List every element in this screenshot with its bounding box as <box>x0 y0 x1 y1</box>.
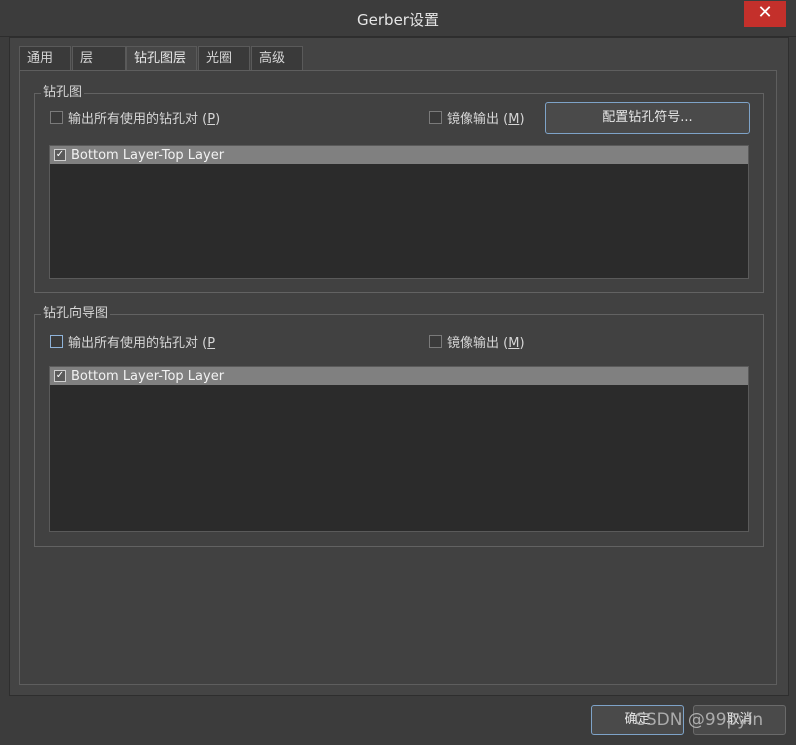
tab-layers[interactable]: 层 <box>72 46 126 70</box>
close-button[interactable]: ✕ <box>744 1 786 27</box>
window-title: Gerber设置 <box>357 11 439 29</box>
list-item-label: Bottom Layer-Top Layer <box>71 368 225 384</box>
drill-guide-group: 钻孔向导图 输出所有使用的钻孔对 (P 镜像输出 (M) ✓ Bottom La… <box>34 306 764 547</box>
checkbox-label: 输出所有使用的钻孔对 (P) <box>68 111 221 127</box>
tab-drill-drawing[interactable]: 钻孔图层 <box>126 46 197 71</box>
mirror-output-checkbox[interactable]: 镜像输出 (M) <box>429 332 525 351</box>
tab-apertures[interactable]: 光圈 <box>198 46 250 70</box>
tab-content-panel: 钻孔图 输出所有使用的钻孔对 (P) 镜像输出 (M) 配置钻孔符号... ✓ … <box>19 70 777 685</box>
tab-label: 钻孔图层 <box>134 51 187 66</box>
checkbox-label: 输出所有使用的钻孔对 (P <box>68 335 216 351</box>
checkbox-box[interactable] <box>429 110 442 124</box>
drill-pair-list[interactable]: ✓ Bottom Layer-Top Layer <box>49 366 749 532</box>
tab-general[interactable]: 通用 <box>19 46 71 70</box>
drill-pair-list[interactable]: ✓ Bottom Layer-Top Layer <box>49 145 749 279</box>
list-item[interactable]: ✓ Bottom Layer-Top Layer <box>50 367 748 385</box>
title-bar: Gerber设置 ✕ <box>0 0 796 37</box>
group-title: 钻孔向导图 <box>41 306 111 322</box>
configure-drill-symbols-button[interactable]: 配置钻孔符号... <box>545 102 750 134</box>
tab-advanced[interactable]: 高级 <box>251 46 303 70</box>
tab-label: 光圈 <box>206 51 233 66</box>
group-title: 钻孔图 <box>41 85 85 101</box>
close-icon: ✕ <box>757 2 773 23</box>
check-icon[interactable]: ✓ <box>54 149 66 161</box>
watermark: CSDN @99pyIn <box>634 710 764 730</box>
list-item-label: Bottom Layer-Top Layer <box>71 147 225 163</box>
checkbox-box[interactable] <box>50 334 63 348</box>
tab-label: 通用 <box>27 51 54 66</box>
output-all-drill-pairs-checkbox[interactable]: 输出所有使用的钻孔对 (P <box>50 332 216 351</box>
tab-label: 层 <box>80 51 94 66</box>
tab-label: 高级 <box>259 51 286 66</box>
checkbox-box[interactable] <box>50 110 63 124</box>
check-icon[interactable]: ✓ <box>54 370 66 382</box>
checkbox-label: 镜像输出 (M) <box>447 335 525 351</box>
output-all-drill-pairs-checkbox[interactable]: 输出所有使用的钻孔对 (P) <box>50 108 221 127</box>
mirror-output-checkbox[interactable]: 镜像输出 (M) <box>429 108 525 127</box>
checkbox-box[interactable] <box>429 334 442 348</box>
checkbox-label: 镜像输出 (M) <box>447 111 525 127</box>
list-item[interactable]: ✓ Bottom Layer-Top Layer <box>50 146 748 164</box>
drill-drawing-group: 钻孔图 输出所有使用的钻孔对 (P) 镜像输出 (M) 配置钻孔符号... ✓ … <box>34 85 764 293</box>
